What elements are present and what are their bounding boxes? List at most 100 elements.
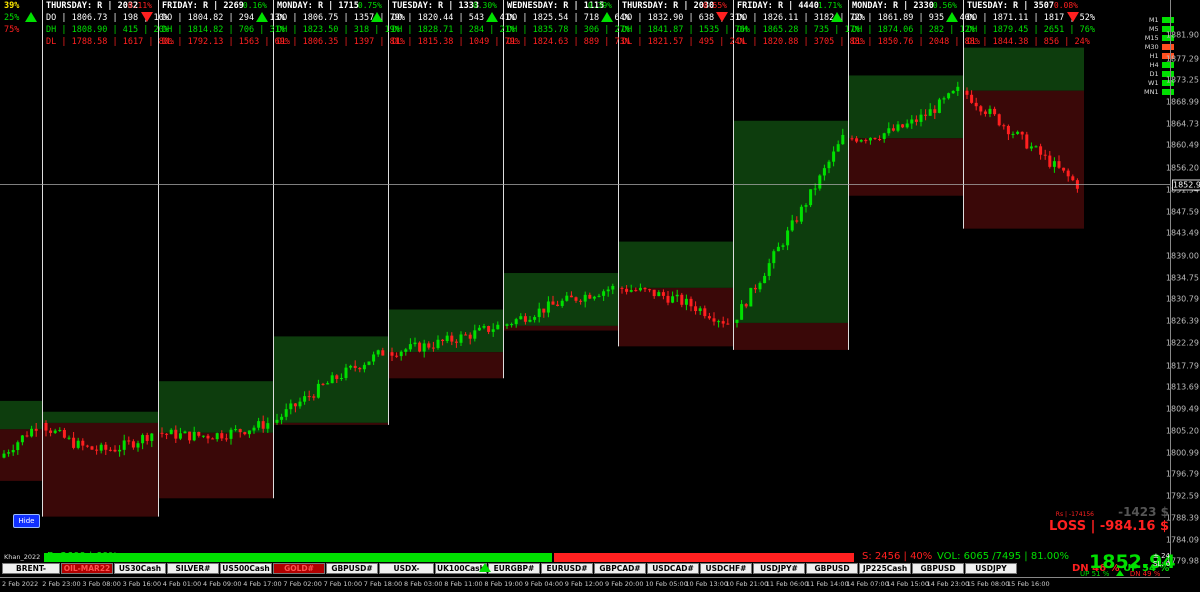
time-tick-label: 14 Feb 23:00 — [926, 580, 970, 588]
price-tick-label: 1784.09 — [1165, 535, 1199, 545]
day-stat-do: DO | 1871.11 | 1817 | 52% — [967, 13, 1095, 23]
down-arrow-icon — [141, 12, 153, 22]
up-arrow-icon — [479, 563, 491, 572]
hide-button[interactable]: Hide — [13, 514, 40, 528]
up-arrow-icon — [486, 12, 498, 22]
symbol-tab[interactable]: USDJPY# — [753, 563, 805, 574]
timeframe-label: M1 — [1148, 15, 1159, 24]
candle-body — [841, 134, 845, 145]
candle-body — [882, 133, 886, 140]
symbol-tab[interactable]: USDCHF# — [700, 563, 752, 574]
symbol-tab[interactable]: USDX-MAR22 — [379, 563, 434, 583]
sl-value: SL: 0 — [1153, 560, 1171, 568]
time-tick-label: 3 Feb 08:00 — [82, 580, 121, 588]
candle-body — [298, 401, 302, 407]
candle-body — [234, 429, 238, 431]
candle-body — [353, 365, 357, 368]
price-tick-label: 1830.79 — [1165, 294, 1199, 304]
candle-body — [703, 308, 707, 317]
candle-body — [1025, 134, 1029, 149]
price-tick-label: 1868.99 — [1165, 97, 1199, 107]
candle-body — [772, 251, 776, 264]
candle-body — [1016, 131, 1020, 134]
candle-body — [795, 220, 799, 222]
candle-body — [965, 90, 969, 95]
day-stat-dl: DL | 1792.13 | 1563 | 69% — [162, 37, 290, 47]
candle-body — [896, 124, 900, 131]
symbol-tab[interactable]: GBPUSD — [912, 563, 964, 574]
time-tick-label: 9 Feb 20:00 — [605, 580, 644, 588]
symbol-tab[interactable]: US500Cash — [220, 563, 272, 574]
up-arrow-icon — [371, 12, 383, 22]
day-stat-do: DO | 1826.11 | 3182 | 72% — [737, 13, 865, 23]
candle-body — [671, 296, 675, 303]
candle-body — [131, 441, 135, 448]
time-tick-label: 8 Feb 03:00 — [404, 580, 443, 588]
candle-body — [487, 326, 491, 332]
time-tick-label: 11 Feb 14:00 — [806, 580, 849, 588]
symbol-tab[interactable]: USDCAD# — [647, 563, 699, 574]
symbol-tabs: BRENT-APR22 OIL-MAR22 US30Cash SILVER# US500… — [2, 563, 1018, 583]
candle-body — [822, 168, 826, 176]
candle-body — [956, 86, 960, 91]
price-chart[interactable] — [0, 0, 1170, 559]
price-tick-label: 1800.99 — [1165, 448, 1199, 458]
candle-body — [427, 343, 431, 348]
candle-body — [592, 296, 596, 299]
symbol-tab[interactable]: GBPUSD# — [326, 563, 378, 574]
candle-body — [767, 263, 771, 276]
price-tick-label: 1839.00 — [1165, 251, 1199, 261]
candle-body — [280, 416, 284, 420]
candlestick-chart[interactable] — [0, 0, 1170, 559]
candle-body — [201, 435, 205, 437]
buy-volume-text: B: 3609 | 60% — [47, 551, 118, 562]
symbol-tab[interactable]: JP225Cash — [859, 563, 911, 574]
candle-body — [726, 323, 730, 325]
candle-body — [864, 140, 868, 142]
symbol-tab[interactable]: GBPCAD# — [594, 563, 646, 574]
candle-body — [588, 294, 592, 299]
symbol-tab[interactable]: EURUSD# — [541, 563, 593, 574]
day-high-zone — [273, 336, 388, 423]
symbol-tab[interactable]: SILVER# — [167, 563, 219, 574]
day-stat-do: DO | 1806.73 | 198 | 10% — [46, 13, 169, 23]
candle-body — [215, 433, 219, 440]
candle-body — [160, 432, 164, 434]
candle-body — [675, 294, 679, 297]
day-stats: TUESDAY: R | 1333 DO | 1820.44 | 543 | 41… — [392, 0, 520, 48]
candle-body — [390, 352, 394, 356]
day-change-percent: 1.71% — [817, 1, 842, 10]
candle-body — [551, 301, 555, 305]
candle-body — [454, 341, 458, 343]
candle-body — [136, 443, 140, 448]
buy-volume-bar — [44, 553, 552, 562]
day-stat-do: DO | 1820.44 | 543 | 41% — [392, 13, 515, 23]
candle-body — [970, 94, 974, 103]
symbol-tab[interactable]: USDJPY — [965, 563, 1017, 574]
candle-body — [459, 334, 463, 343]
day-change-percent: 0.39% — [587, 1, 612, 10]
symbol-tab[interactable]: OIL-MAR22 — [61, 563, 113, 574]
day-stats: MONDAY: R | 1715 DO | 1806.75 | 1357 | 79… — [277, 0, 405, 48]
day-stats: MONDAY: R | 2330 DO | 1861.89 | 935 | 40%… — [852, 0, 980, 48]
symbol-tab[interactable]: EURGBP# — [488, 563, 540, 574]
day-change-percent: 0.55% — [702, 1, 727, 10]
candle-body — [1066, 170, 1070, 177]
day-stats: THURSDAY: R | 2032 DO | 1806.73 | 198 | 1… — [46, 0, 174, 48]
symbol-tab[interactable]: BRENT-APR22 — [2, 563, 60, 583]
symbol-tab[interactable]: GBPUSD — [806, 563, 858, 574]
symbol-tab[interactable]: GOLD# — [273, 563, 325, 574]
day-change-percent: 0.11% — [127, 1, 152, 10]
candle-body — [99, 444, 103, 451]
candle-body — [666, 295, 670, 303]
candle-body — [496, 324, 500, 330]
candle-body — [399, 351, 403, 357]
day-stat-dh: DH | 1879.45 | 2651 | 76% — [967, 25, 1095, 35]
timeframe-label: H4 — [1149, 60, 1159, 69]
day-stat-dl: DL | 1788.58 | 1617 | 80% — [46, 37, 174, 47]
symbol-tab[interactable]: US30Cash — [114, 563, 166, 574]
candle-body — [1034, 146, 1038, 148]
day-high-zone — [618, 241, 733, 288]
candle-body — [7, 452, 11, 454]
candle-body — [947, 93, 951, 99]
